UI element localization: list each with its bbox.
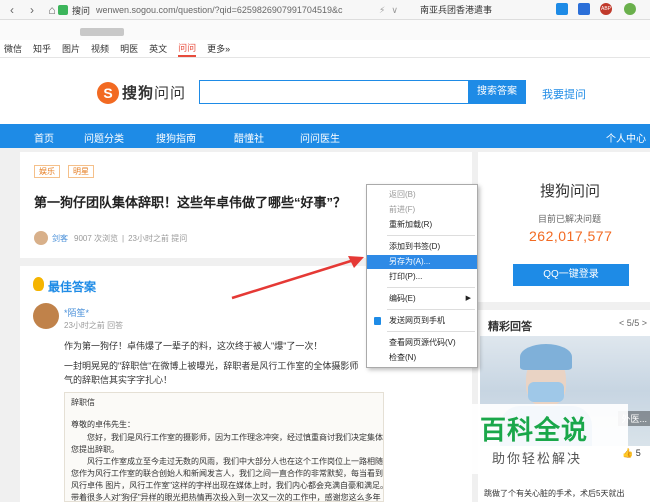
sidebar-title: 搜狗问问 xyxy=(540,183,601,200)
answerer-name[interactable]: *陌笙* xyxy=(64,306,89,319)
blurred-bookmark xyxy=(80,28,124,36)
menu-bookmark[interactable]: 添加到书签(D) xyxy=(367,240,477,254)
main-nav: 首页 问题分类 搜狗指南 醋懂社 问问医生 个人中心 xyxy=(0,124,650,148)
logo-suffix: 问问 xyxy=(154,85,187,102)
doc-line: 您提出辞职。 xyxy=(71,445,119,454)
address-bar[interactable]: 搜问 wenwen.sogou.com/question/?qid=625982… xyxy=(58,2,376,18)
question-title: 第一狗仔团队集体辞职！这些年卓伟做了哪些“好事”？ xyxy=(34,195,347,210)
nav-home[interactable]: 首页 xyxy=(34,130,54,145)
forward-icon[interactable]: › xyxy=(24,2,40,18)
menu-reload[interactable]: 重新加载(R) xyxy=(367,218,477,232)
address-extras: ⚡ ∨ xyxy=(376,2,401,18)
menu-send-label: 发送网页到手机 xyxy=(389,316,445,325)
red-arrow-icon xyxy=(231,256,364,300)
medal-icon xyxy=(33,277,44,291)
dropdown-icon[interactable]: ∨ xyxy=(391,5,398,16)
menu-divider xyxy=(387,309,475,310)
menu-encoding[interactable]: 编码(E) ▶ xyxy=(367,292,477,306)
context-menu: 返回(B) 前进(F) 重新加载(R) 添加到书签(D) 另存为(A)... 打… xyxy=(366,184,478,368)
tab-images[interactable]: 图片 xyxy=(62,42,80,55)
doc-line: 风行工作室成立至今走过无数的风雨，我们中大部分人也在这个工作岗位上一路相随， xyxy=(71,457,384,466)
menu-divider xyxy=(387,331,475,332)
logo-brand: 搜狗 xyxy=(122,85,155,102)
menu-encoding-label: 编码(E) xyxy=(389,294,416,303)
answer-line: 作为第一狗仔！卓伟爆了一辈子的料，这次终于被人"爆"了一次！ xyxy=(64,341,323,351)
qq-login-button[interactable]: QQ一键登录 xyxy=(513,264,629,286)
submenu-arrow-icon: ▶ xyxy=(465,295,471,302)
security-icon xyxy=(58,5,68,15)
site-logo[interactable]: 搜狗问问 xyxy=(122,82,186,103)
answer-time: 23小时之前 回答 xyxy=(64,321,124,330)
nav-user-center[interactable]: 个人中心 xyxy=(606,130,646,145)
featured-answers-title: 精彩回答 xyxy=(488,321,532,333)
doc-line: 辞职信 xyxy=(71,398,95,407)
like-count[interactable]: 👍 5 xyxy=(622,448,641,459)
tab-zhihu[interactable]: 知乎 xyxy=(33,42,51,55)
surgeon-cap xyxy=(520,344,572,370)
tab-weixin[interactable]: 微信 xyxy=(4,42,22,55)
ask-question-link[interactable]: 我要提问 xyxy=(542,86,586,102)
asker-avatar[interactable] xyxy=(34,231,48,245)
meta-separator: | xyxy=(122,233,125,243)
watermark-subtitle: 助你轻松解决 xyxy=(492,451,583,466)
menu-print[interactable]: 打印(P)... xyxy=(367,270,477,284)
menu-save-as[interactable]: 另存为(A)... xyxy=(367,255,477,269)
menu-inspect[interactable]: 检查(N) xyxy=(367,351,477,365)
asked-time: 23小时之前 提问 xyxy=(128,233,188,243)
best-answer-heading: 最佳答案 xyxy=(48,280,97,294)
extension-blue-icon[interactable] xyxy=(556,3,568,15)
menu-back[interactable]: 返回(B) xyxy=(367,188,477,202)
nav-cudong[interactable]: 醋懂社 xyxy=(234,130,264,145)
address-url[interactable]: wenwen.sogou.com/question/?qid=625982690… xyxy=(96,5,342,15)
adblock-icon[interactable]: ABP xyxy=(600,3,612,15)
solved-count: 262,017,577 xyxy=(529,228,613,244)
featured-snippet[interactable]: 跳做了个有关心脏的手术，术后5天就出 xyxy=(484,488,624,499)
tab-wenwen[interactable]: 问问 xyxy=(178,41,197,57)
tab-more[interactable]: 更多» xyxy=(207,42,230,55)
speed-icon[interactable]: ⚡ xyxy=(379,5,385,16)
menu-divider xyxy=(387,235,475,236)
search-answer-button[interactable]: 搜索答案 xyxy=(468,80,526,104)
tab-english[interactable]: 英文 xyxy=(149,42,167,55)
surgeon-mask xyxy=(528,382,564,402)
menu-send-to-phone[interactable]: 发送网页到手机 xyxy=(367,314,477,328)
doc-line: 您作为风行工作室的联合创始人和新闻发言人，我们之间一直合作的非常默契，每当看到"… xyxy=(71,469,384,478)
nav-categories[interactable]: 问题分类 xyxy=(84,130,124,145)
nav-guide[interactable]: 搜狗指南 xyxy=(156,130,196,145)
address-label: 搜问 xyxy=(72,5,91,16)
tag-entertainment[interactable]: 娱乐 xyxy=(34,165,60,178)
doc-line: 带着很多人对"狗仔"异样的眼光把热情再次投入到一次又一次的工作中，感谢您这么多年 xyxy=(71,493,381,502)
answerer-avatar[interactable] xyxy=(33,303,59,329)
menu-forward[interactable]: 前进(F) xyxy=(367,203,477,217)
phone-icon xyxy=(374,317,381,325)
question-meta: 剑客 9007 次浏览 | 23小时之前 提问 xyxy=(34,231,187,245)
sogou-logo-icon[interactable]: S xyxy=(97,82,119,104)
resignation-letter-image: 辞职信 尊敬的卓伟先生： 您好，我们是风行工作室的摄影师，因为工作理念冲突，经过… xyxy=(64,392,384,502)
extension-green-icon[interactable] xyxy=(624,3,636,15)
tag-celebrity[interactable]: 明星 xyxy=(68,165,94,178)
view-count: 9007 次浏览 xyxy=(74,233,119,243)
doc-line: 风行卓伟 图片，风行工作室"这样的字样出现在媒体上时，我们内心都会充满自豪和满足… xyxy=(71,481,384,490)
sidebar-subtitle: 目前已解决问题 xyxy=(538,214,602,224)
browser-search-suggest[interactable]: 南亚兵团香港遣事 xyxy=(420,3,492,16)
tab-mingyi[interactable]: 明医 xyxy=(120,42,138,55)
answer-line: 一封明晃晃的"辞职信"在微博上被曝光，辞职者是风行工作室的全体摄影师 xyxy=(64,361,359,371)
menu-view-source[interactable]: 查看网页源代码(V) xyxy=(367,336,477,350)
answer-line: 气的辞职信其实字字扎心！ xyxy=(64,375,173,385)
doc-line: 您好，我们是风行工作室的摄影师，因为工作理念冲突，经过慎重商讨我们决定集体向 xyxy=(71,433,384,442)
nav-doctor[interactable]: 问问医生 xyxy=(300,130,340,145)
doc-line: 尊敬的卓伟先生： xyxy=(71,420,135,429)
extension-book-icon[interactable] xyxy=(578,3,590,15)
tab-video[interactable]: 视频 xyxy=(91,42,109,55)
watermark-title: 百科全说 xyxy=(480,415,589,445)
menu-divider xyxy=(387,287,475,288)
featured-pager[interactable]: < 5/5 > xyxy=(619,318,647,328)
asker-name[interactable]: 剑客 xyxy=(52,233,68,244)
search-verticals: 微信 知乎 图片 视频 明医 英文 问问 更多» xyxy=(0,40,650,58)
search-input[interactable] xyxy=(199,80,469,104)
back-icon[interactable]: ‹ xyxy=(4,2,20,18)
